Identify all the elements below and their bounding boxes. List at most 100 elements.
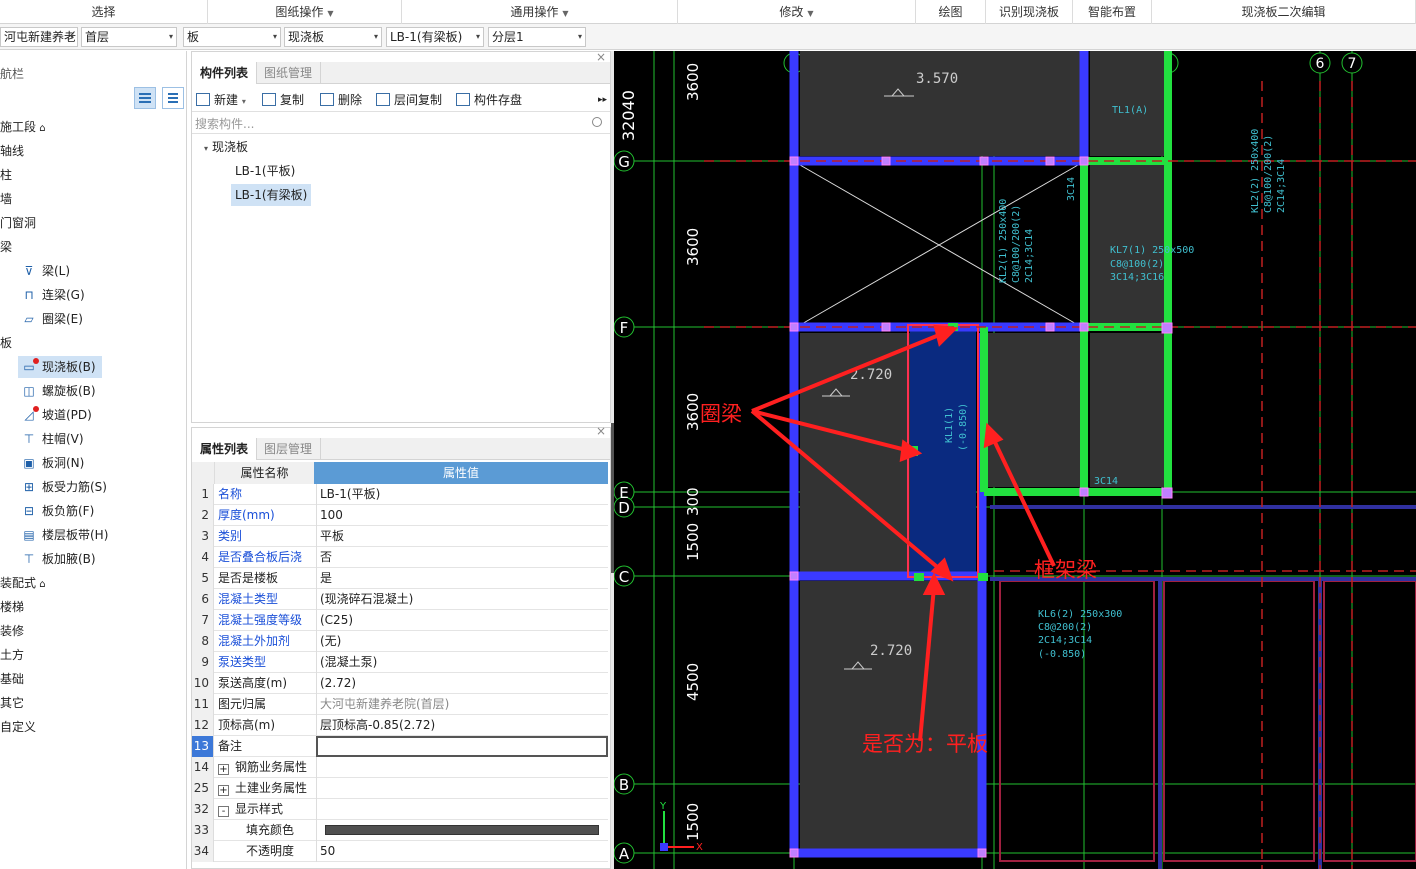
type-select[interactable]: 现浇板 ▾: [284, 27, 382, 47]
property-row[interactable]: 5 是否是楼板 是: [192, 568, 608, 589]
nav-category[interactable]: 装配式 ⌂: [0, 572, 46, 594]
save-component-button[interactable]: 构件存盘: [456, 91, 522, 109]
nav-category[interactable]: 板: [0, 332, 12, 354]
property-row[interactable]: 25 + 土建业务属性: [192, 778, 608, 799]
property-value[interactable]: [316, 799, 608, 820]
nav-category[interactable]: 土方: [0, 644, 24, 666]
property-value[interactable]: (C25): [316, 610, 608, 631]
property-value[interactable]: 50: [316, 841, 608, 862]
cad-drawing-canvas[interactable]: 1 2 3 4 5 6 7 G F E D C B A 3600 3600 36…: [614, 51, 1416, 869]
tab-layer-manage[interactable]: 图层管理: [256, 438, 322, 460]
nav-category[interactable]: 轴线: [0, 140, 24, 162]
property-value[interactable]: LB-1(平板): [316, 484, 608, 505]
nav-sub-item[interactable]: ◫ 螺旋板(B): [18, 380, 102, 402]
nav-category[interactable]: 墙: [0, 188, 12, 210]
ribbon-group[interactable]: 绘图: [916, 0, 986, 24]
property-row[interactable]: 6 混凝土类型 (现浇碎石混凝土): [192, 589, 608, 610]
nav-sub-item[interactable]: ▣ 板洞(N): [18, 452, 90, 474]
nav-sub-item[interactable]: ⊟ 板负筋(F): [18, 500, 100, 522]
property-row[interactable]: 1 名称 LB-1(平板): [192, 484, 608, 505]
project-select[interactable]: 河屯新建养老 ▾: [0, 27, 78, 47]
ribbon-group[interactable]: 现浇板二次编辑: [1152, 0, 1416, 24]
ribbon-group[interactable]: 修改 ▼: [678, 0, 916, 24]
property-row[interactable]: 14 + 钢筋业务属性: [192, 757, 608, 778]
nav-sub-item[interactable]: ⊽ 梁(L): [18, 260, 76, 282]
expand-icon[interactable]: +: [218, 764, 229, 775]
expand-icon[interactable]: +: [218, 785, 229, 796]
nav-sub-item[interactable]: ⊞ 板受力筋(S): [18, 476, 113, 498]
property-row[interactable]: 4 是否叠合板后浇 否: [192, 547, 608, 568]
tab-component-list[interactable]: 构件列表: [192, 62, 258, 84]
ribbon-group[interactable]: 通用操作 ▼: [402, 0, 678, 24]
nav-category[interactable]: 梁: [0, 236, 12, 258]
floor-copy-button[interactable]: 层间复制: [376, 91, 442, 109]
more-icon[interactable]: ▸▸: [598, 91, 607, 109]
expand-icon[interactable]: -: [218, 806, 229, 817]
nav-category[interactable]: 楼梯: [0, 596, 24, 618]
ribbon-group[interactable]: 智能布置: [1073, 0, 1152, 24]
category-select[interactable]: 板 ▾: [183, 27, 281, 47]
delete-button[interactable]: 删除: [320, 91, 362, 109]
property-row[interactable]: 3 类别 平板: [192, 526, 608, 547]
property-value[interactable]: [316, 757, 608, 778]
tree-item-beam-slab[interactable]: LB-1(有梁板): [231, 184, 312, 206]
property-row[interactable]: 32- 显示样式: [192, 799, 608, 820]
property-value[interactable]: (2.72): [316, 673, 608, 694]
property-value[interactable]: [316, 736, 608, 757]
nav-sub-item[interactable]: ▱ 圈梁(E): [18, 308, 89, 330]
nav-category[interactable]: 装修: [0, 620, 24, 642]
new-button[interactable]: 新建 ▾: [196, 91, 246, 109]
nav-sub-item[interactable]: ▤ 楼层板带(H): [18, 524, 114, 546]
property-value[interactable]: (无): [316, 631, 608, 652]
nav-sub-item[interactable]: ⊤ 板加腋(B): [18, 548, 102, 570]
property-row[interactable]: 12 顶标高(m) 层顶标高-0.85(2.72): [192, 715, 608, 736]
list-view-button[interactable]: [134, 87, 156, 109]
property-value[interactable]: 否: [316, 547, 608, 568]
property-value[interactable]: 大河屯新建养老院(首层): [316, 694, 608, 715]
close-icon[interactable]: ×: [596, 50, 606, 64]
tree-root[interactable]: ▾ 现浇板: [204, 136, 248, 158]
nav-sub-item[interactable]: ⊤ 柱帽(V): [18, 428, 90, 450]
property-value[interactable]: (现浇碎石混凝土): [316, 589, 608, 610]
cad-drawing[interactable]: 1 2 3 4 5 6 7 G F E D C B A 3600 3600 36…: [614, 51, 1416, 869]
property-row[interactable]: 10 泵送高度(m) (2.72): [192, 673, 608, 694]
floor-select[interactable]: 首层 ▾: [81, 27, 177, 47]
nav-category[interactable]: 其它: [0, 692, 24, 714]
tab-property-list[interactable]: 属性列表: [192, 438, 258, 460]
layer-select[interactable]: 分层1 ▾: [488, 27, 586, 47]
property-value[interactable]: 层顶标高-0.85(2.72): [316, 715, 608, 736]
component-select[interactable]: LB-1(有梁板) ▾: [386, 27, 484, 47]
property-row[interactable]: 33 填充颜色: [192, 820, 608, 841]
nav-category[interactable]: 自定义: [0, 716, 36, 738]
property-row[interactable]: 2 厚度(mm) 100: [192, 505, 608, 526]
tab-drawing-manage[interactable]: 图纸管理: [256, 62, 322, 84]
property-value[interactable]: 是: [316, 568, 608, 589]
ribbon-group[interactable]: 选择: [0, 0, 208, 24]
ribbon-group[interactable]: 图纸操作 ▼: [208, 0, 402, 24]
copy-button[interactable]: 复制: [262, 91, 304, 109]
tree-view-button[interactable]: [162, 87, 184, 109]
property-value[interactable]: 100: [316, 505, 608, 526]
nav-category[interactable]: 施工段 ⌂: [0, 116, 46, 138]
property-value[interactable]: [316, 778, 608, 799]
ribbon-group[interactable]: 识别现浇板: [986, 0, 1073, 24]
nav-category[interactable]: 柱: [0, 164, 12, 186]
color-swatch[interactable]: [325, 825, 599, 835]
property-row[interactable]: 11 图元归属 大河屯新建养老院(首层): [192, 694, 608, 715]
property-row[interactable]: 7 混凝土强度等级 (C25): [192, 610, 608, 631]
property-value[interactable]: 平板: [316, 526, 608, 547]
property-row[interactable]: 13 备注: [192, 736, 608, 757]
property-row[interactable]: 8 混凝土外加剂 (无): [192, 631, 608, 652]
nav-sub-item[interactable]: ⊓ 连梁(G): [18, 284, 91, 306]
nav-sub-item[interactable]: ◿ 坡道(PD): [18, 404, 98, 426]
property-value[interactable]: [316, 820, 608, 841]
tree-item-flat-slab[interactable]: LB-1(平板): [235, 160, 295, 182]
property-row[interactable]: 9 泵送类型 (混凝土泵): [192, 652, 608, 673]
close-icon[interactable]: ×: [596, 424, 606, 438]
search-input[interactable]: 搜索构件...: [192, 114, 610, 134]
nav-sub-item[interactable]: ▭ 现浇板(B): [18, 356, 102, 378]
nav-category[interactable]: 基础: [0, 668, 24, 690]
nav-category[interactable]: 门窗洞: [0, 212, 36, 234]
property-value[interactable]: (混凝土泵): [316, 652, 608, 673]
property-row[interactable]: 34 不透明度 50: [192, 841, 608, 862]
